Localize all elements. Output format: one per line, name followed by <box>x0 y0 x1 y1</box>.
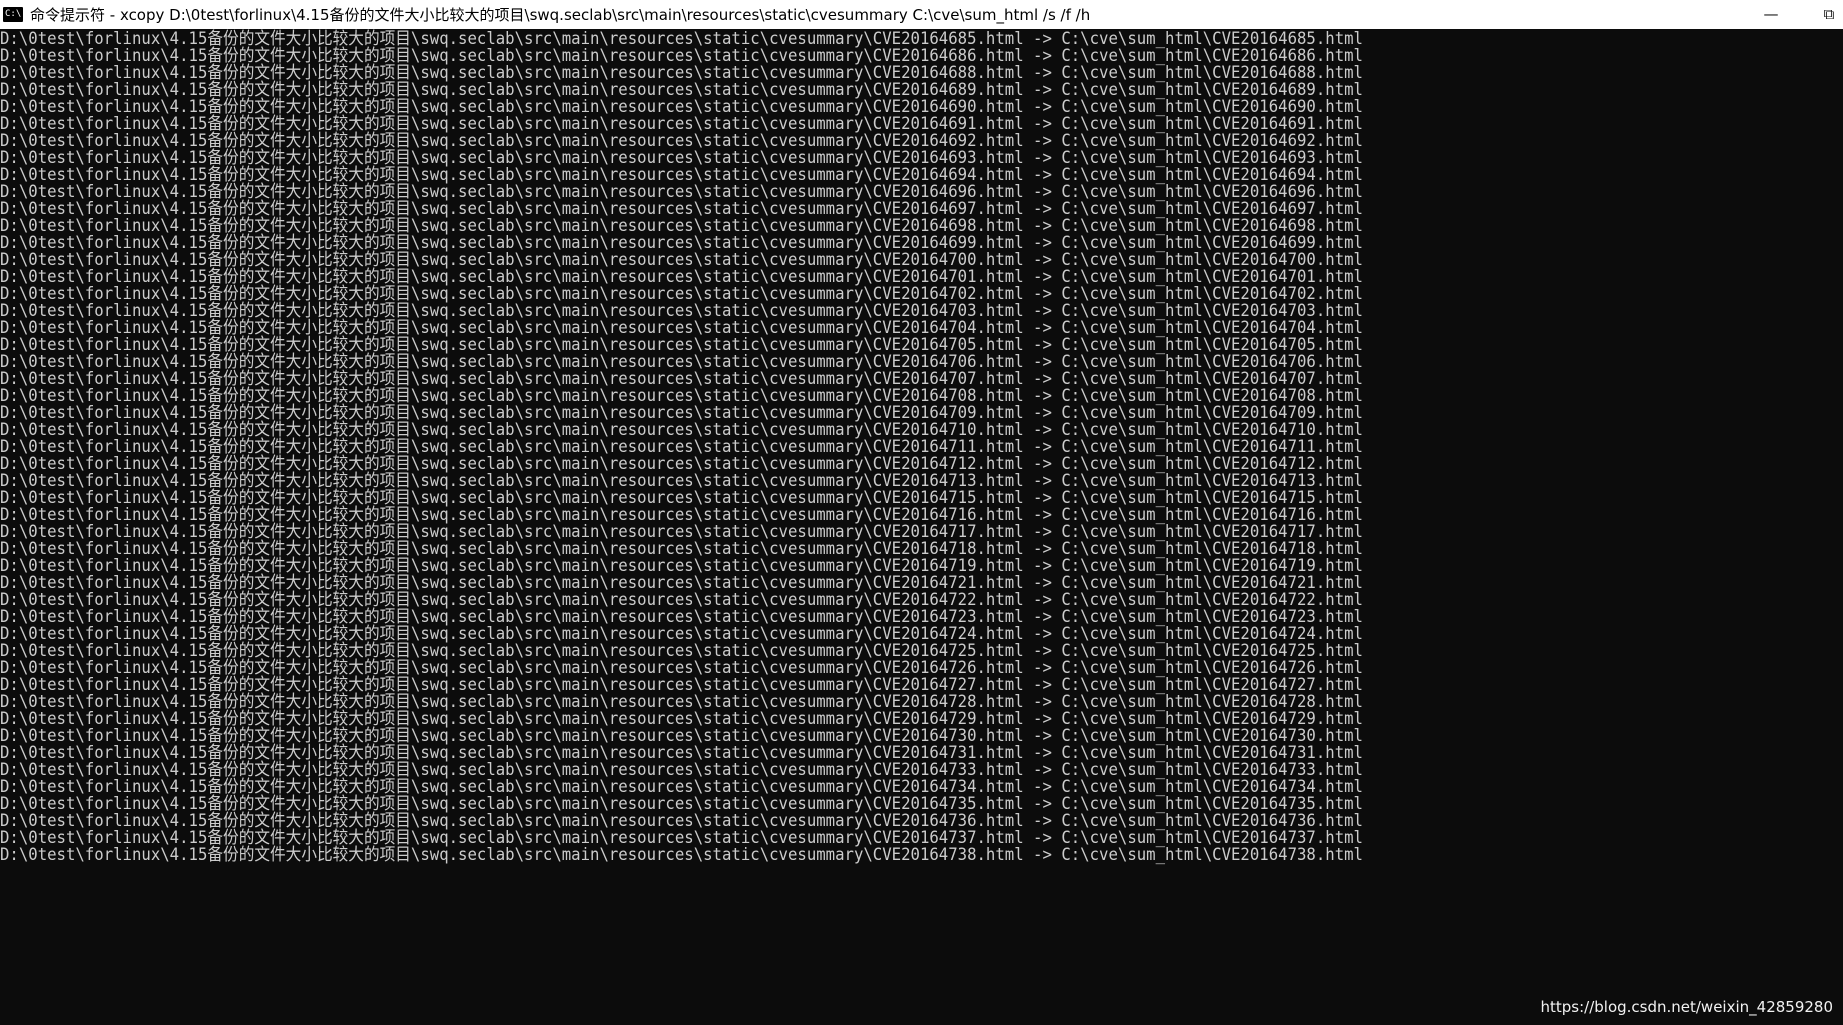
console-output[interactable]: D:\0test\forlinux\4.15备份的文件大小比较大的项目\swq.… <box>0 29 1843 1025</box>
window-titlebar[interactable]: C:\ 命令提示符 - xcopy D:\0test\forlinux\4.15… <box>0 0 1843 29</box>
watermark-url: https://blog.csdn.net/weixin_42859280 <box>1540 998 1833 1016</box>
command-prompt-icon: C:\ <box>3 7 23 22</box>
console-line: D:\0test\forlinux\4.15备份的文件大小比较大的项目\swq.… <box>0 845 1363 865</box>
restore-button[interactable]: ⧉ <box>1806 0 1843 29</box>
minimize-button[interactable]: — <box>1748 0 1794 29</box>
window-title: 命令提示符 - xcopy D:\0test\forlinux\4.15备份的文… <box>30 6 1091 24</box>
